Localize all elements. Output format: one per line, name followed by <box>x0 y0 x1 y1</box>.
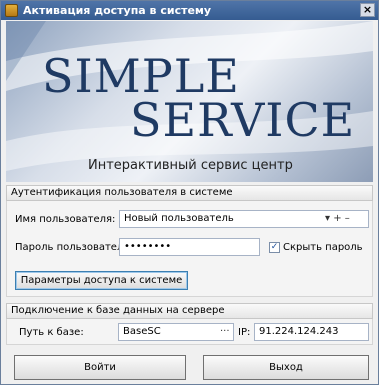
banner-tagline: Интерактивный сервис центр <box>88 158 293 173</box>
password-value: •••••••• <box>124 241 172 252</box>
access-params-button[interactable]: Параметры доступа к системе <box>15 271 188 290</box>
ip-value: 91.224.124.243 <box>259 326 339 337</box>
path-input[interactable]: BaseSC <box>118 323 234 341</box>
path-value: BaseSC <box>123 326 161 337</box>
window-title: Активация доступа в систему <box>23 4 212 17</box>
ip-label: IP: <box>238 327 251 338</box>
title-bar[interactable]: Активация доступа в систему × <box>1 1 378 20</box>
username-label: Имя пользователя: <box>15 214 116 225</box>
connection-section-header: Подключение к базе данных на сервере <box>6 303 373 319</box>
browse-path-button[interactable]: ··· <box>220 326 230 337</box>
auth-section-header: Аутентификация пользователя в системе <box>6 185 373 201</box>
ip-input[interactable]: 91.224.124.243 <box>254 323 369 341</box>
hide-password-checkbox[interactable]: ✓ <box>269 242 280 253</box>
close-button[interactable]: × <box>360 3 375 17</box>
app-icon <box>5 4 18 17</box>
connection-panel: Путь к базе: BaseSC ··· IP: 91.224.124.2… <box>6 319 373 345</box>
banner: SIMPLE SERVICE Интерактивный сервис цент… <box>6 21 373 182</box>
hide-password-label: Скрыть пароль <box>283 242 363 253</box>
auth-panel: Имя пользователя: Новый пользователь ▾ +… <box>6 201 373 297</box>
password-input[interactable]: •••••••• <box>119 238 260 256</box>
username-controls[interactable]: ▾ + – <box>325 213 350 224</box>
activation-window: Активация доступа в систему × SIMPLE SER… <box>0 0 379 385</box>
path-label: Путь к базе: <box>19 327 84 338</box>
password-label: Пароль пользователя: <box>15 242 133 253</box>
logo-service: SERVICE <box>130 93 356 147</box>
login-button[interactable]: Войти <box>14 355 186 380</box>
exit-button[interactable]: Выход <box>203 355 369 380</box>
username-value: Новый пользователь <box>124 213 234 224</box>
